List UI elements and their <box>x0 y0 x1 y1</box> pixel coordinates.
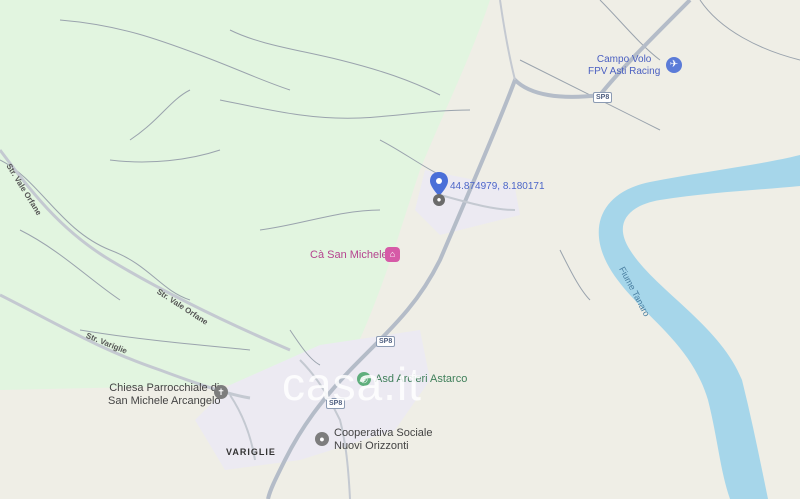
map-base <box>0 0 800 499</box>
poi-ca-san-michele[interactable]: Cà San Michele <box>310 249 388 261</box>
pin-circle-icon[interactable]: ● <box>315 432 329 446</box>
map-canvas[interactable]: 44.874979, 8.180171 ● Campo Volo FPV Ast… <box>0 0 800 499</box>
road-shield-sp8: SP8 <box>593 92 613 103</box>
road-side <box>499 0 516 81</box>
pin-coordinates-label: 44.874979, 8.180171 <box>450 181 545 192</box>
road-shield-sp8: SP8 <box>376 336 396 347</box>
place-variglie: VARIGLIE <box>226 447 276 457</box>
poi-campo-volo[interactable]: Campo Volo FPV Asti Racing <box>588 54 660 78</box>
poi-cooperativa[interactable]: Cooperativa Sociale Nuovi Orizzonti <box>334 427 432 453</box>
poi-chiesa[interactable]: Chiesa Parrocchiale di San Michele Arcan… <box>108 382 221 408</box>
address-marker-icon[interactable]: ● <box>433 194 445 206</box>
watermark-logo: casa.it <box>282 358 422 410</box>
airplane-icon[interactable]: ✈ <box>666 57 682 73</box>
river-tanaro <box>598 155 800 499</box>
cross-icon[interactable]: ✝ <box>214 385 228 399</box>
bed-icon[interactable]: ⌂ <box>385 247 400 262</box>
